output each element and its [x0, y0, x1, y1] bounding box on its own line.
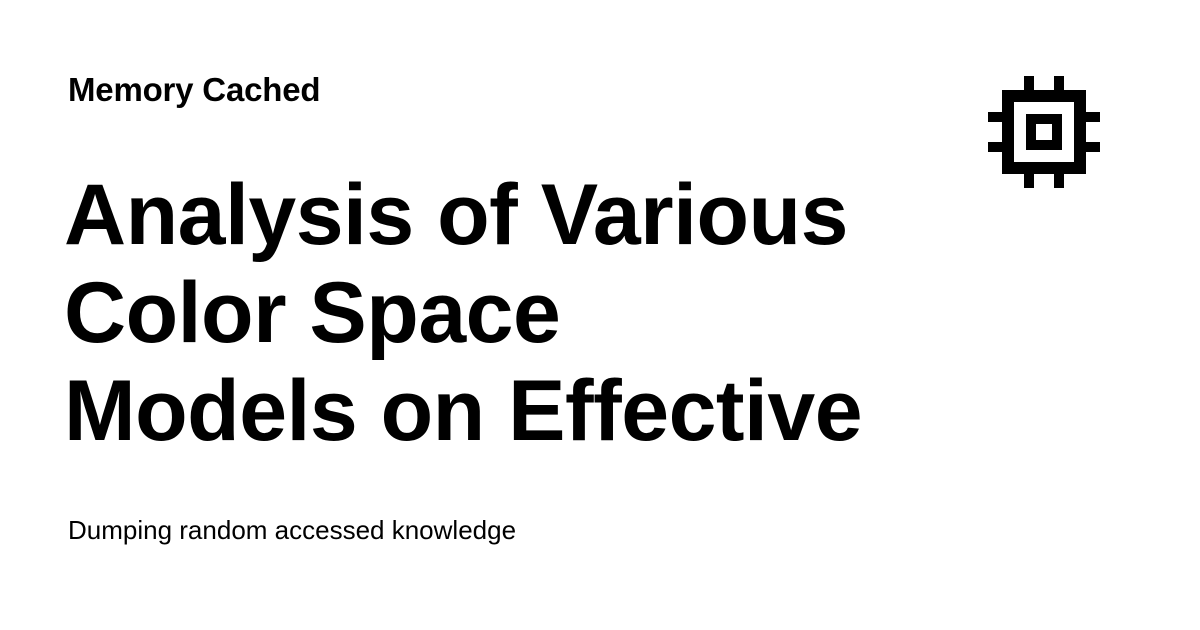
post-title-line-3: Models on Effective [64, 363, 863, 459]
post-title-line-2: Color Space [64, 265, 561, 361]
site-name: Memory Cached [68, 71, 321, 108]
site-tagline: Dumping random accessed knowledge [68, 515, 517, 545]
post-title-line-1: Analysis of Various [64, 167, 848, 263]
social-card: Memory Cached Analysis of Various Color … [0, 0, 1200, 630]
cpu-chip-icon [988, 76, 1100, 188]
post-title: Analysis of Various Color Space Models o… [64, 166, 944, 460]
